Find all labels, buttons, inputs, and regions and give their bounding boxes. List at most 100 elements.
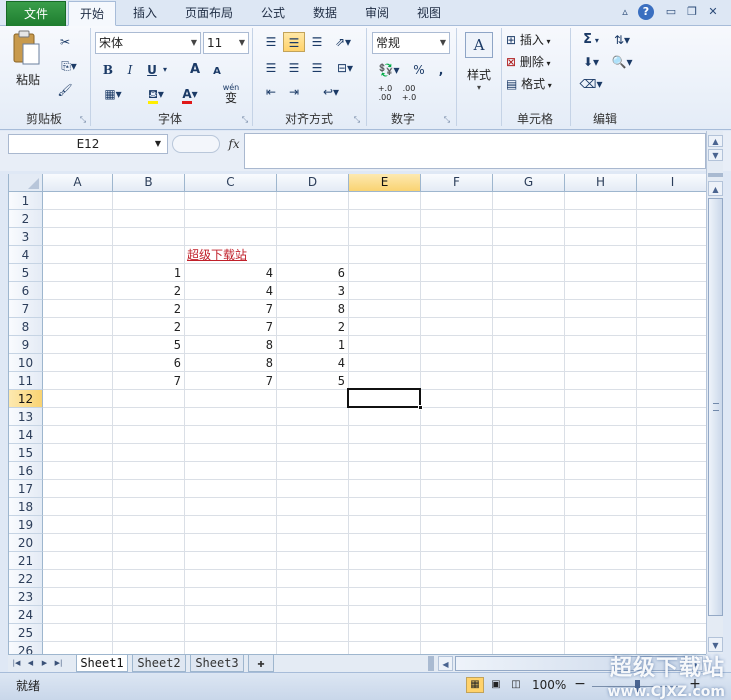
row-header-13[interactable]: 13 [9,408,43,426]
italic-button[interactable]: I [119,60,141,80]
cell-b10[interactable]: 6 [113,354,185,372]
page-break-view-icon[interactable]: ◫ [507,677,525,693]
row-header-16[interactable]: 16 [9,462,43,480]
sheet-tab-1[interactable]: Sheet1 [76,655,128,672]
bold-button[interactable]: B [97,60,119,80]
cell-d11[interactable]: 5 [277,372,349,390]
align-right-icon[interactable]: ☰ [306,58,328,78]
cell-c8[interactable]: 7 [185,318,277,336]
formula-expand-down-icon[interactable]: ▼ [708,149,723,161]
alignment-launcher-icon[interactable]: ⤡ [352,115,362,125]
cell-c9[interactable]: 8 [185,336,277,354]
window-restore-icon[interactable]: ❐ [684,4,700,20]
comma-button[interactable]: , [430,60,452,80]
phonetic-icon[interactable]: wén 变 [214,84,248,106]
align-middle-icon[interactable]: ☰ [283,32,305,52]
row-header-18[interactable]: 18 [9,498,43,516]
tab-page-layout[interactable]: 页面布局 [176,1,242,26]
select-all-button[interactable] [9,174,43,192]
row-header-1[interactable]: 1 [9,192,43,210]
row-header-24[interactable]: 24 [9,606,43,624]
format-painter-icon[interactable]: 🖌 [54,80,76,100]
cell-d8[interactable]: 2 [277,318,349,336]
copy-icon[interactable]: ⎘▾ [54,56,84,76]
fill-color-icon[interactable]: ⛾▾ [140,84,172,104]
insert-cells-button[interactable]: ⊞ 插入 ▾ [506,30,566,50]
page-layout-view-icon[interactable]: ▣ [487,677,505,693]
insert-sheet-icon[interactable]: ✚ [248,655,274,672]
split-handle[interactable] [708,173,723,177]
row-header-8[interactable]: 8 [9,318,43,336]
orientation-icon[interactable]: ⇗▾ [330,32,356,52]
column-header-f[interactable]: F [421,174,493,192]
row-header-23[interactable]: 23 [9,588,43,606]
column-header-d[interactable]: D [277,174,349,192]
row-header-25[interactable]: 25 [9,624,43,642]
cell-b7[interactable]: 2 [113,300,185,318]
formula-bar-splitter[interactable] [172,135,220,153]
wrap-text-icon[interactable]: ↩▾ [316,82,346,102]
row-header-22[interactable]: 22 [9,570,43,588]
cell-b6[interactable]: 2 [113,282,185,300]
tab-split-handle[interactable] [428,656,434,671]
vertical-scroll-thumb[interactable] [708,198,723,616]
next-sheet-icon[interactable]: ▶ [39,657,50,670]
column-header-i[interactable]: I [637,174,706,192]
paste-button[interactable]: 粘贴 [10,30,46,90]
row-header-3[interactable]: 3 [9,228,43,246]
last-sheet-icon[interactable]: ▶| [53,657,64,670]
decrease-decimal-icon[interactable]: .00 +.0 [398,84,420,106]
font-launcher-icon[interactable]: ⤡ [240,115,250,125]
row-header-10[interactable]: 10 [9,354,43,372]
row-header-4[interactable]: 4 [9,246,43,264]
active-cell-selection[interactable] [347,388,423,410]
format-cells-button[interactable]: ▤ 格式 ▾ [506,74,566,94]
zoom-level[interactable]: 100% [532,678,566,692]
tab-file[interactable]: 文件 [6,1,66,26]
sheet-tab-2[interactable]: Sheet2 [132,655,186,672]
align-top-icon[interactable]: ☰ [260,32,282,52]
borders-icon[interactable]: ▦▾ [97,84,129,104]
font-color-icon[interactable]: A▾ [174,84,206,104]
find-select-icon[interactable]: 🔍▾ [608,52,636,72]
percent-button[interactable]: % [408,60,430,80]
tab-formulas[interactable]: 公式 [250,1,296,26]
tab-review[interactable]: 审阅 [354,1,400,26]
normal-view-icon[interactable]: ▦ [466,677,484,693]
tab-home[interactable]: 开始 [68,1,116,26]
increase-indent-icon[interactable]: ⇥ [283,82,305,102]
increase-decimal-icon[interactable]: +.0.00 [374,84,396,106]
row-header-5[interactable]: 5 [9,264,43,282]
align-bottom-icon[interactable]: ☰ [306,32,328,52]
merge-center-icon[interactable]: ⊟▾ [330,58,360,78]
insert-function-button[interactable]: fx [224,134,244,154]
window-close-icon[interactable]: ✕ [705,4,721,20]
sort-filter-icon[interactable]: ⇅▾ [608,30,636,50]
vertical-scrollbar[interactable]: ▲ ▼ ▲ ▼ [706,131,723,654]
row-header-6[interactable]: 6 [9,282,43,300]
name-box[interactable]: E12 ▼ [8,134,168,154]
formula-input[interactable] [244,133,706,169]
cell-b11[interactable]: 7 [113,372,185,390]
cell-d6[interactable]: 3 [277,282,349,300]
minimize-ribbon-icon[interactable]: ▵ [617,4,633,20]
delete-cells-button[interactable]: ⊠ 删除 ▾ [506,52,566,72]
row-header-9[interactable]: 9 [9,336,43,354]
cell-c11[interactable]: 7 [185,372,277,390]
styles-button[interactable]: A 样式 ▾ [462,30,496,96]
align-left-icon[interactable]: ☰ [260,58,282,78]
cell-b5[interactable]: 1 [113,264,185,282]
cell-c10[interactable]: 8 [185,354,277,372]
cell-d10[interactable]: 4 [277,354,349,372]
fill-icon[interactable]: ⬇▾ [576,52,606,72]
row-header-2[interactable]: 2 [9,210,43,228]
row-header-11[interactable]: 11 [9,372,43,390]
cell-b9[interactable]: 5 [113,336,185,354]
column-header-h[interactable]: H [565,174,637,192]
tab-view[interactable]: 视图 [406,1,452,26]
help-icon[interactable]: ? [638,4,654,20]
column-header-c[interactable]: C [185,174,277,192]
column-header-b[interactable]: B [113,174,185,192]
align-center-icon[interactable]: ☰ [283,58,305,78]
cell-c7[interactable]: 7 [185,300,277,318]
